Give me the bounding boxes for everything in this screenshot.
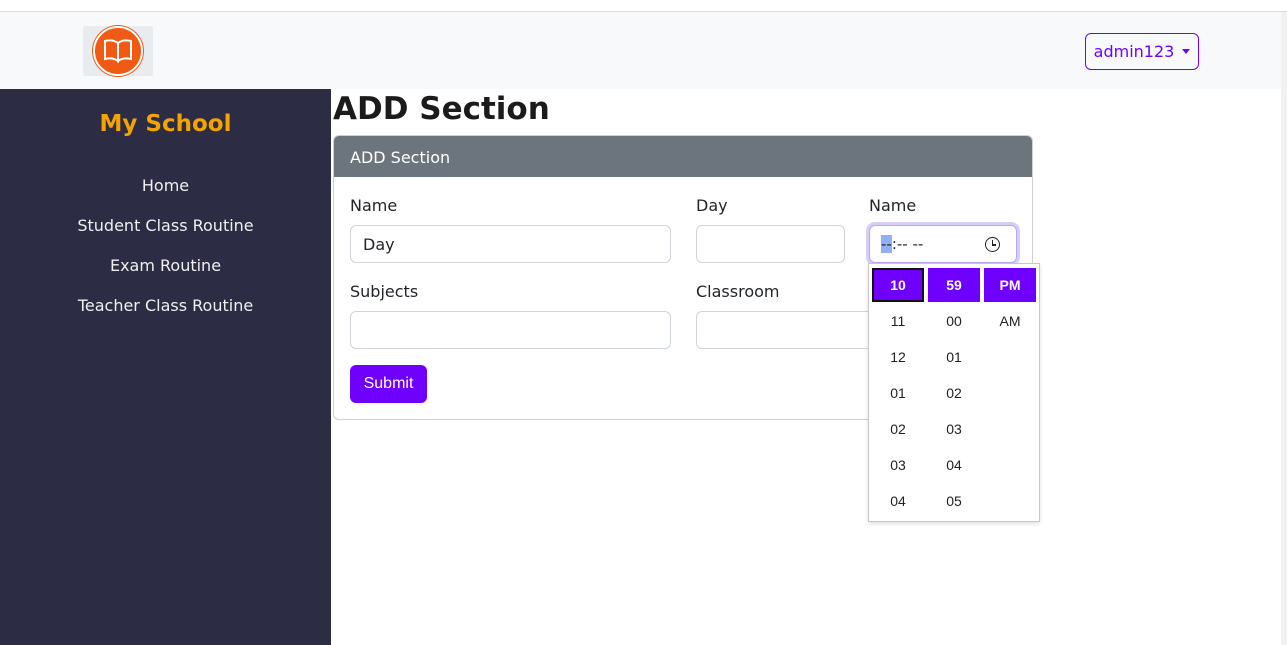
- minute-option[interactable]: 01: [928, 340, 980, 374]
- hour-option[interactable]: 01: [872, 376, 924, 410]
- minute-option[interactable]: 05: [928, 484, 980, 518]
- minute-option[interactable]: 04: [928, 448, 980, 482]
- time-label: Name: [869, 196, 917, 215]
- sidebar-item-exam-routine[interactable]: Exam Routine: [0, 256, 331, 275]
- sidebar-item-student-class-routine[interactable]: Student Class Routine: [0, 216, 331, 235]
- submit-button[interactable]: Submit: [350, 365, 427, 403]
- classroom-label: Classroom: [696, 282, 780, 301]
- time-input[interactable]: --:-- --: [869, 225, 1017, 263]
- clock-icon[interactable]: [985, 237, 1000, 252]
- hour-option[interactable]: 12: [872, 340, 924, 374]
- logo[interactable]: [83, 26, 153, 76]
- minute-option[interactable]: 00: [928, 304, 980, 338]
- hour-option[interactable]: 03: [872, 448, 924, 482]
- period-option-am[interactable]: AM: [984, 304, 1036, 338]
- page-title: ADD Section: [333, 91, 550, 127]
- period-option-pm[interactable]: PM: [984, 268, 1036, 302]
- time-hour-segment[interactable]: --: [881, 235, 892, 253]
- sidebar-item-teacher-class-routine[interactable]: Teacher Class Routine: [0, 296, 331, 315]
- sidebar-item-home[interactable]: Home: [0, 176, 331, 195]
- top-navbar: admin123: [0, 12, 1287, 89]
- hour-option[interactable]: 02: [872, 412, 924, 446]
- day-input[interactable]: [696, 225, 845, 263]
- hour-option[interactable]: 10: [872, 268, 924, 302]
- sidebar-brand[interactable]: My School: [0, 111, 331, 137]
- hour-option[interactable]: 11: [872, 304, 924, 338]
- caret-down-icon: [1182, 49, 1191, 54]
- time-picker-popup: 10 11 12 01 02 03 04 59 00 01 02 03 04 0…: [868, 263, 1040, 522]
- name-input-value: Day: [363, 234, 395, 254]
- page-scrollbar[interactable]: [1281, 12, 1287, 645]
- browser-strip: [0, 0, 1287, 12]
- minute-option[interactable]: 02: [928, 376, 980, 410]
- time-input-value: --:-- --: [881, 235, 923, 253]
- name-input[interactable]: Day: [350, 225, 671, 263]
- subjects-label: Subjects: [350, 282, 419, 301]
- sidebar: My School Home Student Class Routine Exa…: [0, 89, 331, 645]
- minute-option[interactable]: 59: [928, 268, 980, 302]
- time-rest-segment[interactable]: :-- --: [892, 235, 923, 253]
- subjects-input[interactable]: [350, 311, 671, 349]
- user-dropdown-button[interactable]: admin123: [1085, 33, 1199, 70]
- hour-option[interactable]: 04: [872, 484, 924, 518]
- name-label: Name: [350, 196, 398, 215]
- user-name: admin123: [1093, 42, 1175, 61]
- day-label: Day: [696, 196, 728, 215]
- open-book-icon: [93, 26, 143, 76]
- minute-option[interactable]: 03: [928, 412, 980, 446]
- card-header: ADD Section: [334, 136, 1032, 177]
